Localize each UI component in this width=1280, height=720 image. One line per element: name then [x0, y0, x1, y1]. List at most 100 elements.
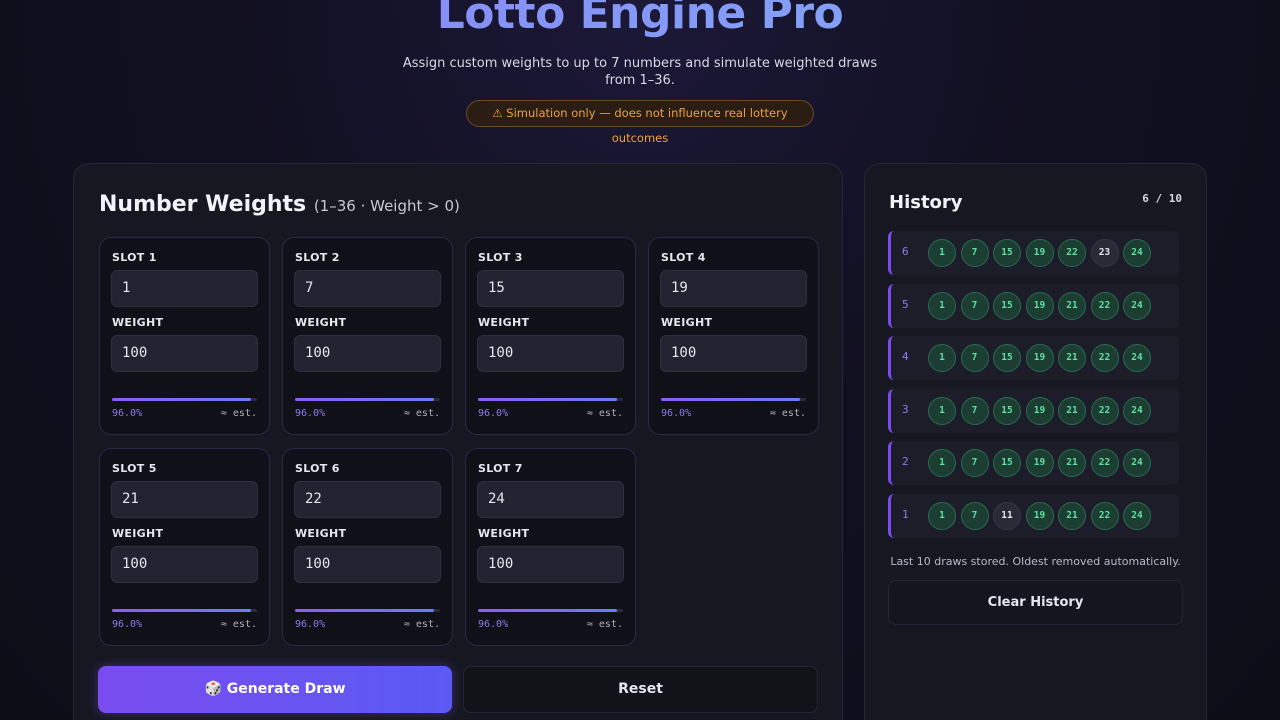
number-ball: 7 [960, 239, 989, 267]
history-note: Last 10 draws stored. Oldest removed aut… [890, 555, 1181, 568]
slot-weight-input[interactable]: 100 [660, 335, 807, 372]
estimate-label: ≈ est. [586, 619, 623, 630]
weight-label: WEIGHT [478, 316, 530, 329]
history-row-index: 6 [902, 245, 909, 258]
probability-bar-fill [478, 609, 618, 612]
weights-heading-title: Number Weights [99, 192, 307, 217]
slot-card: SLOT 7 24 WEIGHT 100 96.0% ≈ est. [465, 448, 636, 646]
slot-label: SLOT 1 [112, 251, 157, 264]
slot-number-input[interactable]: 22 [294, 481, 441, 518]
number-ball: 11 [993, 502, 1021, 530]
probability-percent: 96.0% [112, 619, 143, 630]
number-ball: 24 [1123, 449, 1151, 478]
probability-bar [112, 609, 257, 612]
number-ball: 24 [1123, 344, 1151, 373]
slot-label: SLOT 5 [112, 462, 157, 475]
probability-bar-fill [295, 609, 435, 612]
number-ball: 1 [928, 239, 956, 267]
weight-label: WEIGHT [112, 316, 164, 329]
number-ball: 1 [928, 396, 956, 425]
probability-percent: 96.0% [478, 619, 509, 630]
slot-weight-input[interactable]: 100 [111, 335, 258, 372]
probability-bar-fill [661, 398, 801, 401]
slot-number-input[interactable]: 7 [294, 270, 441, 307]
number-ball: 19 [1025, 449, 1054, 478]
probability-bar [112, 398, 257, 401]
slot-number-input[interactable]: 24 [477, 481, 624, 518]
probability-percent: 96.0% [112, 408, 143, 419]
number-ball: 15 [993, 396, 1021, 425]
probability-percent: 96.0% [661, 408, 692, 419]
number-ball: 1 [928, 344, 956, 373]
slot-label: SLOT 7 [478, 462, 523, 475]
number-ball: 23 [1090, 239, 1119, 267]
history-row-index: 2 [902, 455, 909, 469]
probability-bar-fill [295, 398, 435, 401]
probability-percent: 96.0% [478, 408, 509, 419]
clear-history-button[interactable]: Clear History [888, 580, 1183, 625]
number-ball: 24 [1123, 502, 1151, 530]
slot-card: SLOT 5 21 WEIGHT 100 96.0% ≈ est. [99, 448, 270, 646]
number-ball: 21 [1058, 344, 1086, 373]
estimate-label: ≈ est. [220, 619, 257, 630]
number-ball: 22 [1090, 502, 1119, 530]
weight-label: WEIGHT [295, 527, 347, 540]
number-ball: 7 [960, 291, 989, 320]
weight-label: WEIGHT [478, 527, 530, 540]
estimate-label: ≈ est. [403, 408, 440, 419]
number-ball: 22 [1090, 291, 1119, 320]
slot-weight-input[interactable]: 100 [294, 335, 441, 372]
number-ball: 22 [1090, 396, 1119, 425]
slot-label: SLOT 3 [478, 251, 523, 264]
history-row: 5 1 7 15 19 21 22 24 [888, 283, 1179, 328]
slot-card: SLOT 4 19 WEIGHT 100 96.0% ≈ est. [648, 237, 819, 435]
weight-label: WEIGHT [661, 316, 713, 329]
slot-weight-input[interactable]: 100 [477, 335, 624, 372]
history-row: 2 1 7 15 19 21 22 24 [888, 441, 1179, 486]
number-ball: 21 [1058, 449, 1086, 478]
slot-number-input[interactable]: 1 [111, 270, 258, 307]
number-ball: 15 [993, 344, 1021, 373]
number-ball: 22 [1058, 239, 1086, 267]
probability-bar [478, 398, 623, 401]
reset-button[interactable]: Reset [463, 666, 818, 713]
slot-card: SLOT 3 15 WEIGHT 100 96.0% ≈ est. [465, 237, 636, 435]
number-ball: 7 [960, 344, 989, 373]
number-ball: 7 [960, 396, 989, 425]
number-ball: 7 [960, 449, 989, 478]
probability-bar-fill [112, 398, 252, 401]
probability-bar [478, 609, 623, 612]
slot-number-input[interactable]: 19 [660, 270, 807, 307]
weight-label: WEIGHT [112, 527, 164, 540]
weights-heading-sub: (1–36 · Weight > 0) [313, 197, 460, 215]
number-ball: 1 [928, 502, 956, 530]
generate-draw-button[interactable]: 🎲 Generate Draw [98, 666, 452, 713]
number-ball: 24 [1123, 291, 1151, 320]
slot-weight-input[interactable]: 100 [477, 546, 624, 583]
number-ball: 24 [1123, 396, 1151, 425]
slot-number-input[interactable]: 15 [477, 270, 624, 307]
estimate-label: ≈ est. [220, 408, 257, 419]
slot-label: SLOT 2 [295, 251, 340, 264]
number-ball: 22 [1090, 449, 1119, 478]
history-row-index: 4 [902, 350, 909, 364]
history-count: 6 / 10 [1142, 192, 1182, 205]
number-ball: 19 [1025, 239, 1054, 267]
history-title: History [889, 192, 963, 213]
number-ball: 19 [1025, 344, 1054, 373]
history-row: 6 1 7 15 19 22 23 24 [888, 231, 1179, 275]
slot-number-input[interactable]: 21 [111, 481, 258, 518]
history-row-index: 5 [902, 297, 909, 311]
number-ball: 21 [1058, 291, 1086, 320]
slot-card: SLOT 1 1 WEIGHT 100 96.0% ≈ est. [99, 237, 270, 435]
probability-bar [661, 398, 806, 401]
slot-weight-input[interactable]: 100 [111, 546, 258, 583]
probability-percent: 96.0% [295, 408, 326, 419]
app-title: Lotto Engine Pro [0, 0, 1280, 39]
slot-weight-input[interactable]: 100 [294, 546, 441, 583]
estimate-label: ≈ est. [586, 408, 623, 419]
history-row-index: 1 [902, 508, 909, 521]
number-ball: 19 [1025, 291, 1054, 320]
number-ball: 24 [1123, 239, 1151, 267]
number-ball: 1 [928, 449, 956, 478]
